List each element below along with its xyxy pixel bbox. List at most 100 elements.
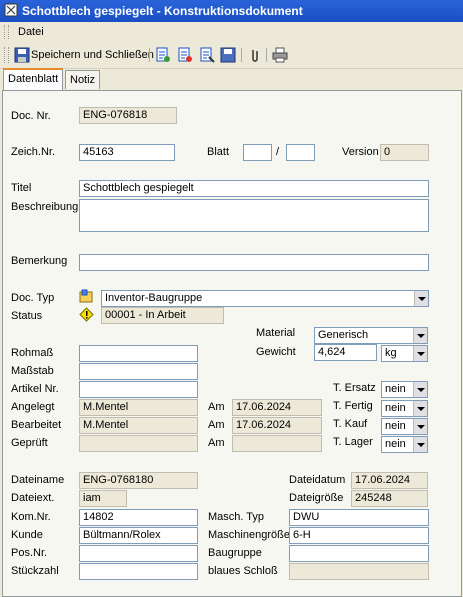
geprueft-by-field (79, 435, 198, 452)
version-field: 0 (380, 144, 429, 161)
rohmass-label: Rohmaß (11, 347, 54, 359)
t-fertig-label: T. Fertig (333, 400, 373, 412)
window-titlebar: Schottblech gespiegelt - Konstruktionsdo… (0, 0, 463, 22)
gewicht-field[interactable]: 4,624 (314, 344, 377, 361)
t-lager-label: T. Lager (333, 436, 373, 448)
t-ersatz-label: T. Ersatz (333, 382, 376, 394)
doc-typ-select[interactable]: Inventor-Baugruppe (101, 290, 429, 307)
blatt-separator: / (276, 146, 280, 158)
blatt-field-a[interactable] (243, 144, 272, 161)
zeich-nr-field[interactable]: 45163 (79, 144, 175, 161)
disk-icon[interactable] (220, 47, 236, 63)
kunde-label: Kunde (11, 529, 43, 541)
masstab-field[interactable] (79, 363, 198, 380)
beschreibung-field[interactable] (79, 199, 429, 232)
t-ersatz-select[interactable]: nein (381, 381, 428, 398)
tab-notiz[interactable]: Notiz (65, 70, 101, 89)
save-close-button[interactable]: Speichern und Schließen (31, 49, 154, 61)
bearbeitet-by-field: M.Mentel (79, 417, 198, 434)
artikel-nr-label: Artikel Nr. (11, 383, 59, 395)
baugruppe-field[interactable] (289, 545, 429, 562)
dateiname-field: ENG-0768180 (79, 472, 198, 489)
dateigroesse-field: 245248 (351, 490, 428, 507)
zeich-nr-label: Zeich.Nr. (11, 146, 56, 158)
chevron-down-icon[interactable] (413, 437, 427, 452)
t-kauf-select[interactable]: nein (381, 418, 428, 435)
doc-typ-label: Doc. Typ (11, 292, 55, 304)
document-tool-icon-2[interactable] (177, 47, 193, 63)
geprueft-am-field (232, 435, 322, 452)
dateiext-field: iam (79, 490, 127, 507)
geprueft-am-label: Am (208, 437, 225, 449)
menu-file[interactable]: Datei (18, 26, 44, 38)
titel-field[interactable]: Schottblech gespiegelt (79, 180, 429, 197)
kom-nr-field[interactable]: 14802 (79, 509, 198, 526)
warning-icon (79, 307, 94, 322)
kom-nr-label: Kom.Nr. (11, 511, 51, 523)
chevron-down-icon[interactable] (413, 328, 427, 343)
chevron-down-icon[interactable] (414, 291, 428, 306)
bearbeitet-label: Bearbeitet (11, 419, 62, 431)
chevron-down-icon[interactable] (413, 346, 427, 361)
dateiname-label: Dateiname (11, 474, 65, 486)
gewicht-unit-value: kg (385, 347, 397, 359)
tab-label: Notiz (70, 74, 96, 86)
toolbar-separator (149, 48, 150, 62)
doc-typ-value: Inventor-Baugruppe (105, 292, 203, 304)
menu-grip (4, 25, 9, 39)
material-value: Generisch (318, 329, 369, 341)
pos-nr-label: Pos.Nr. (11, 547, 48, 559)
material-label: Material (256, 327, 296, 339)
pos-nr-field[interactable] (79, 545, 198, 562)
titel-label: Titel (11, 182, 32, 194)
t-lager-value: nein (385, 438, 406, 450)
chevron-down-icon[interactable] (413, 382, 427, 397)
t-fertig-select[interactable]: nein (381, 400, 428, 417)
version-label: Version (342, 146, 379, 158)
toolbar-separator-3 (266, 48, 267, 62)
tab-label: Datenblatt (8, 73, 59, 85)
maschinengroesse-label: Maschinengröße (208, 529, 290, 541)
dateiext-label: Dateiext. (11, 492, 55, 504)
paperclip-icon[interactable] (247, 47, 263, 63)
window-title: Schottblech gespiegelt - Konstruktionsdo… (22, 4, 303, 18)
blatt-field-b[interactable] (286, 144, 315, 161)
baugruppe-label: Baugruppe (208, 547, 262, 559)
dateidatum-label: Dateidatum (289, 474, 346, 486)
gewicht-unit-select[interactable]: kg (381, 345, 428, 362)
material-select[interactable]: Generisch (314, 327, 428, 344)
artikel-nr-field[interactable] (79, 381, 198, 398)
doc-nr-field: ENG-076818 (79, 107, 177, 124)
angelegt-label: Angelegt (11, 401, 55, 413)
status-label: Status (11, 310, 43, 322)
dateidatum-field: 17.06.2024 (351, 472, 428, 489)
gewicht-label: Gewicht (256, 346, 296, 358)
save-icon[interactable] (14, 47, 30, 63)
masch-typ-field[interactable]: DWU (289, 509, 429, 526)
toolbar-separator-2 (241, 48, 242, 62)
angelegt-am-label: Am (208, 401, 225, 413)
chevron-down-icon[interactable] (413, 419, 427, 434)
app-icon (4, 3, 18, 17)
blaues-schloss-label: blaues Schloß (208, 565, 278, 577)
beschreibung-label: Beschreibung (11, 201, 79, 213)
t-lager-select[interactable]: nein (381, 436, 428, 453)
blaues-schloss-field (289, 563, 429, 580)
maschinengroesse-field[interactable]: 6-H (289, 527, 429, 544)
dateigroesse-label: Dateigröße (289, 492, 344, 504)
document-tool-icon[interactable] (155, 47, 171, 63)
t-kauf-label: T. Kauf (333, 418, 368, 430)
printer-icon[interactable] (272, 47, 288, 63)
toolbar-grip (4, 47, 9, 63)
bemerkung-field[interactable] (79, 254, 429, 271)
tab-datenblatt[interactable]: Datenblatt (3, 68, 64, 91)
document-tool-icon-3[interactable] (199, 47, 215, 63)
stueckzahl-label: Stückzahl (11, 565, 59, 577)
rohmass-field[interactable] (79, 345, 198, 362)
bearbeitet-am-field: 17.06.2024 (232, 417, 322, 434)
chevron-down-icon[interactable] (413, 401, 427, 416)
stueckzahl-field[interactable] (79, 563, 198, 580)
menu-bar: Datei (0, 22, 463, 43)
masstab-label: Maßstab (11, 365, 54, 377)
kunde-field[interactable]: Bültmann/Rolex (79, 527, 198, 544)
